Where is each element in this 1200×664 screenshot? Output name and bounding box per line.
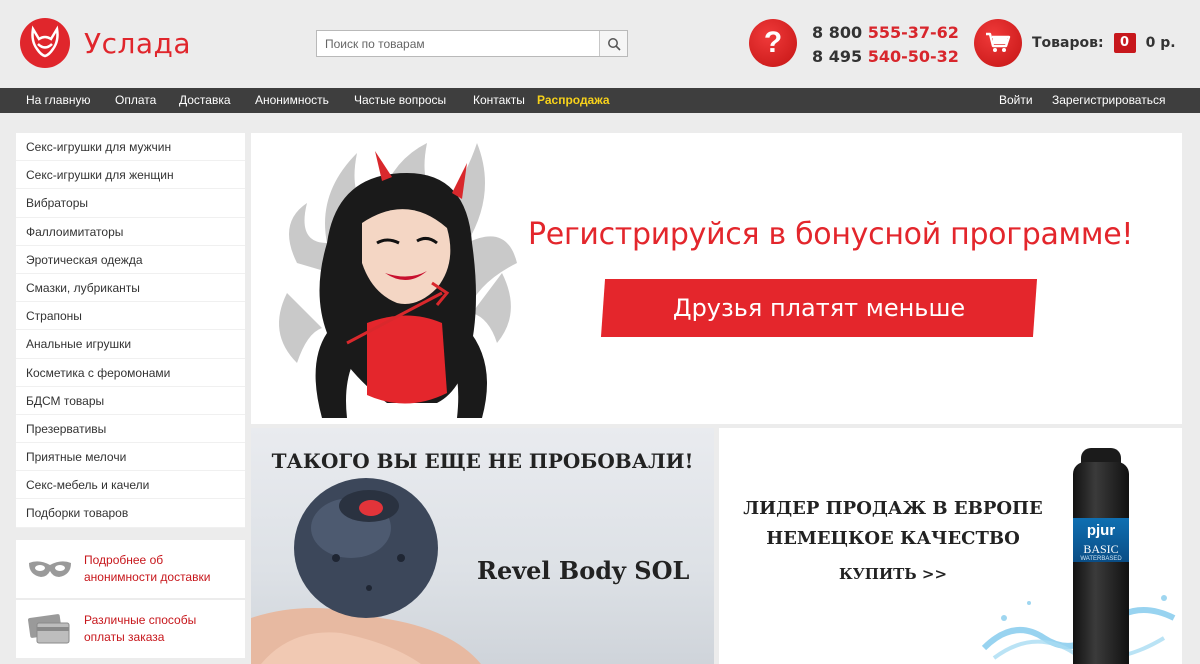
category-item[interactable]: Секс-мебель и качели	[16, 471, 245, 500]
search-box	[316, 30, 628, 57]
logo-text: Услада	[84, 26, 192, 60]
mask-icon	[16, 557, 84, 581]
header: Услада ? 8 800 555-37-62 8 495 540-50-32…	[0, 0, 1200, 88]
nav-contacts[interactable]: Контакты	[473, 88, 525, 113]
category-item[interactable]: Фаллоимитаторы	[16, 218, 245, 246]
devil-logo-icon	[20, 18, 70, 68]
category-item[interactable]: Подборки товаров	[16, 499, 245, 528]
phone-line-2[interactable]: 8 495 540-50-32	[812, 45, 959, 69]
category-item[interactable]: Секс-игрушки для женщин	[16, 161, 245, 190]
search-icon	[607, 37, 621, 51]
card-icon	[16, 614, 84, 644]
cart-icon	[986, 32, 1011, 52]
nav-delivery[interactable]: Доставка	[179, 88, 231, 113]
banner-subtitle: Друзья платят меньше	[672, 294, 966, 322]
anonymity-info-link[interactable]: Подробнее об анонимности доставки	[16, 540, 245, 598]
category-item[interactable]: Секс-игрушки для мужчин	[16, 133, 245, 162]
cart-total: 0 р.	[1145, 35, 1176, 51]
help-icon[interactable]: ?	[749, 19, 797, 67]
logo[interactable]: Услада	[20, 18, 191, 68]
banner-right-line-1: ЛИДЕР ПРОДАЖ В ЕВРОПЕ	[743, 498, 1043, 519]
category-item[interactable]: Анальные игрушки	[16, 330, 245, 359]
bonus-program-banner[interactable]: Регистрируйся в бонусной программе! Друз…	[251, 133, 1182, 424]
cart-button[interactable]	[974, 19, 1022, 67]
lubricant-bottle-image: pjur BASIC WATERBASED	[1069, 448, 1133, 664]
category-item[interactable]: Вибраторы	[16, 189, 245, 218]
category-item[interactable]: Страпоны	[16, 302, 245, 331]
category-item[interactable]: Презервативы	[16, 415, 245, 444]
devil-girl-illustration	[279, 143, 517, 418]
category-item[interactable]: Косметика с феромонами	[16, 359, 245, 387]
category-item[interactable]: Приятные мелочи	[16, 443, 245, 472]
cart-label: Товаров:	[1032, 35, 1104, 51]
phone-numbers: 8 800 555-37-62 8 495 540-50-32	[812, 21, 959, 69]
category-item[interactable]: Смазки, лубриканты	[16, 274, 245, 303]
banner-title: Регистрируйся в бонусной программе!	[528, 217, 1134, 252]
banner-left-product-name: Revel Body SOL	[477, 556, 690, 585]
nav-faq[interactable]: Частые вопросы	[354, 88, 446, 113]
phone-line-1[interactable]: 8 800 555-37-62	[812, 21, 959, 45]
product-ball-image	[251, 478, 481, 664]
nav-home[interactable]: На главную	[26, 88, 90, 113]
cart-count-badge: 0	[1113, 33, 1136, 53]
payment-info-link[interactable]: Различные способы оплаты заказа	[16, 600, 245, 658]
category-sidebar: Секс-игрушки для мужчин Секс-игрушки для…	[16, 133, 245, 528]
category-item[interactable]: Эротическая одежда	[16, 246, 245, 274]
login-link[interactable]: Войти	[999, 88, 1033, 113]
cart-summary[interactable]: Товаров: 0 0 р.	[1032, 33, 1176, 53]
search-input[interactable]	[317, 31, 599, 56]
main-nav: На главную Оплата Доставка Анонимность Ч…	[0, 88, 1200, 113]
category-item[interactable]: БДСМ товары	[16, 387, 245, 415]
pjur-banner[interactable]: ЛИДЕР ПРОДАЖ В ЕВРОПЕ НЕМЕЦКОЕ КАЧЕСТВО …	[719, 428, 1182, 664]
banner-right-line-2: НЕМЕЦКОЕ КАЧЕСТВО	[766, 528, 1020, 549]
register-link[interactable]: Зарегистрироваться	[1052, 88, 1165, 113]
search-button[interactable]	[599, 31, 627, 56]
revel-body-banner[interactable]: ТАКОГО ВЫ ЕЩЕ НЕ ПРОБОВАЛИ! Revel Body S…	[251, 428, 714, 664]
nav-sale[interactable]: Распродажа	[537, 88, 610, 113]
nav-anonymity[interactable]: Анонимность	[255, 88, 329, 113]
nav-payment[interactable]: Оплата	[115, 88, 156, 113]
